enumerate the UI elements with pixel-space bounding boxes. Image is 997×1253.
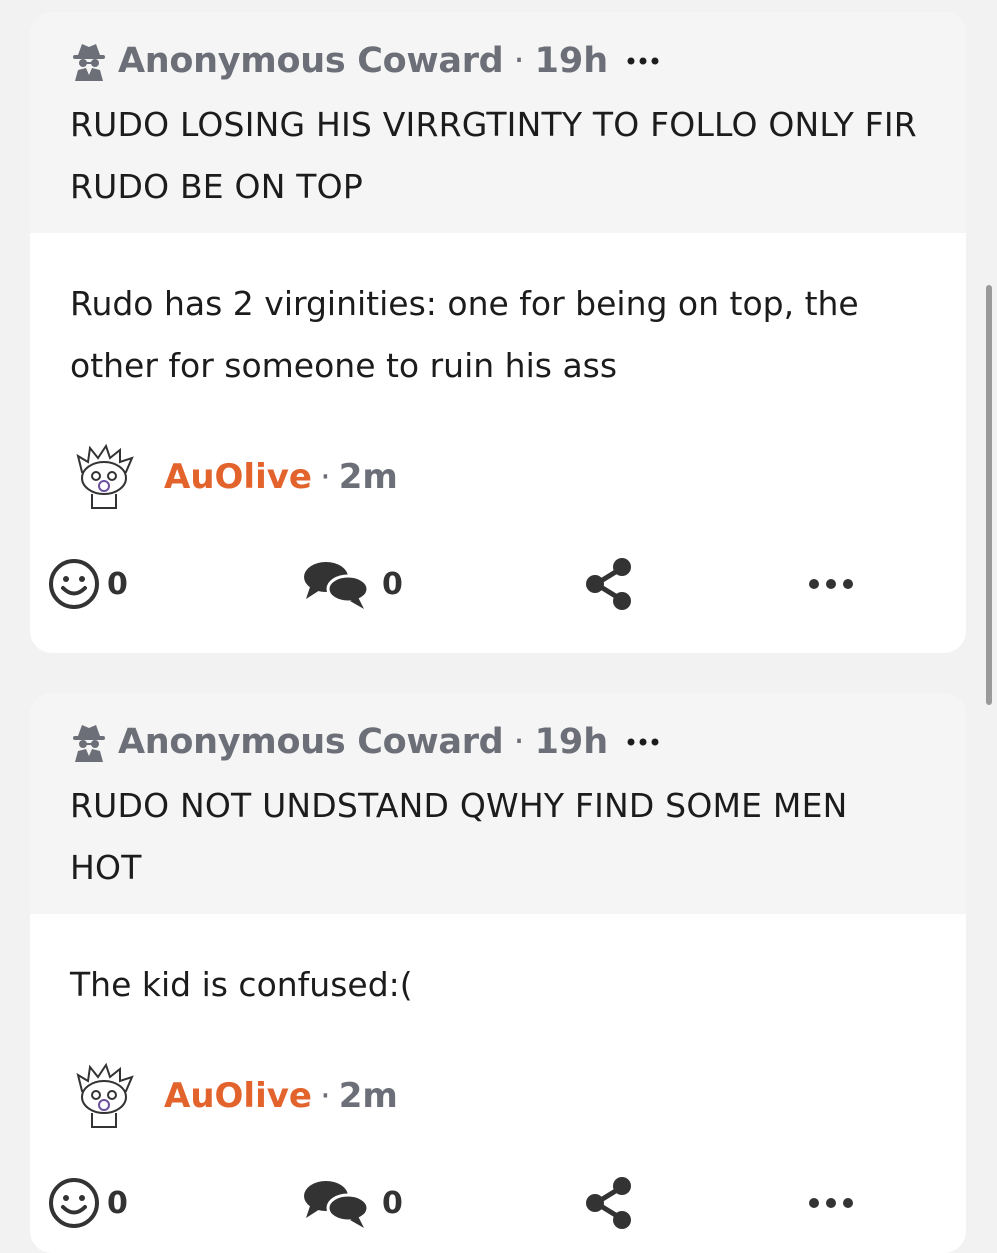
comment-button[interactable]: 0 [300,539,403,629]
more-options-button[interactable] [806,1158,856,1248]
reply-time: 2m [338,457,398,497]
reply-section: The kid is confused:( AuOlive · 2m [30,954,966,1136]
quoted-time: 19h [534,722,609,762]
ellipsis-icon[interactable] [626,732,660,752]
share-icon [586,1177,631,1229]
smiley-icon [49,559,99,609]
meta-separator: · [513,722,525,762]
reaction-count: 0 [107,1185,128,1221]
quoted-post[interactable]: Anonymous Coward · 19h RUDO NOT UNDSTAND… [30,693,966,914]
quoted-author[interactable]: Anonymous Coward [118,722,504,762]
reply-section: Rudo has 2 virginities: one for being on… [30,273,966,517]
ellipsis-icon [809,1198,853,1208]
quoted-time: 19h [534,41,609,81]
quoted-text: RUDO LOSING HIS VIRRGTINTY TO FOLLO ONLY… [70,105,917,206]
quoted-post[interactable]: Anonymous Coward · 19h RUDO LOSING HIS V… [30,12,966,233]
reply-author-row: AuOlive · 2m [70,1056,926,1136]
smiley-icon [49,1178,99,1228]
share-button[interactable] [580,1158,640,1248]
post-card[interactable]: Anonymous Coward · 19h RUDO NOT UNDSTAND… [30,693,966,1253]
avatar[interactable] [70,442,140,512]
comment-count: 0 [382,566,403,602]
meta-separator: · [513,41,525,81]
reply-time: 2m [338,1076,398,1116]
reply-author-row: AuOlive · 2m [70,437,926,517]
share-icon [586,558,631,610]
reaction-count: 0 [107,566,128,602]
scrollbar[interactable] [986,285,992,705]
avatar[interactable] [70,1061,140,1131]
quoted-post-meta: Anonymous Coward · 19h [70,38,926,84]
action-bar: 0 0 [30,539,966,629]
reply-text: Rudo has 2 virginities: one for being on… [70,284,859,385]
reply-username[interactable]: AuOlive [164,457,312,497]
quoted-post-meta: Anonymous Coward · 19h [70,719,926,765]
post-card[interactable]: Anonymous Coward · 19h RUDO LOSING HIS V… [30,12,966,653]
reaction-button[interactable]: 0 [47,539,128,629]
action-bar: 0 0 [30,1158,966,1248]
quoted-text: RUDO NOT UNDSTAND QWHY FIND SOME MEN HOT [70,786,848,887]
reaction-button[interactable]: 0 [47,1158,128,1248]
post-feed: Anonymous Coward · 19h RUDO LOSING HIS V… [0,0,997,1253]
spy-icon [73,44,105,81]
comment-button[interactable]: 0 [300,1158,403,1248]
comments-icon [304,562,370,609]
comments-icon [304,1181,370,1228]
reply-username[interactable]: AuOlive [164,1076,312,1116]
more-options-button[interactable] [806,539,856,629]
share-button[interactable] [580,539,640,629]
quoted-author[interactable]: Anonymous Coward [118,41,504,81]
meta-separator: · [319,1076,331,1116]
comment-count: 0 [382,1185,403,1221]
ellipsis-icon [809,579,853,589]
reply-text: The kid is confused:( [70,965,413,1004]
spy-icon [73,725,105,762]
meta-separator: · [319,457,331,497]
ellipsis-icon[interactable] [626,51,660,71]
